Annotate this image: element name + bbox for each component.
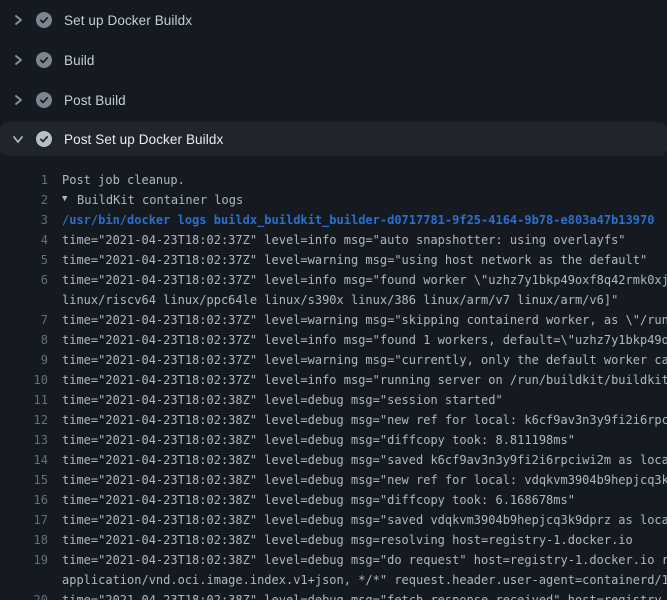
group-caret-icon[interactable]: ▼	[62, 190, 74, 209]
log-line: 15 time="2021-04-23T18:02:38Z" level=deb…	[0, 470, 667, 490]
log-line: 16 time="2021-04-23T18:02:38Z" level=deb…	[0, 490, 667, 510]
line-number[interactable]: 10	[0, 370, 62, 390]
chevron-right-icon	[10, 12, 26, 28]
log-text: time="2021-04-23T18:02:38Z" level=debug …	[62, 470, 667, 490]
log-text: time="2021-04-23T18:02:37Z" level=warnin…	[62, 350, 667, 370]
log-text: application/vnd.oci.image.index.v1+json,…	[62, 570, 667, 590]
log-line: 11 time="2021-04-23T18:02:38Z" level=deb…	[0, 390, 667, 410]
log-line: 6 time="2021-04-23T18:02:37Z" level=info…	[0, 270, 667, 290]
log-line: 1 Post job cleanup.	[0, 170, 667, 190]
log-text: time="2021-04-23T18:02:37Z" level=warnin…	[62, 250, 647, 270]
line-number[interactable]: 5	[0, 250, 62, 270]
log-text: time="2021-04-23T18:02:37Z" level=info m…	[62, 230, 626, 250]
line-number[interactable]: 18	[0, 530, 62, 550]
log-line: 9 time="2021-04-23T18:02:37Z" level=warn…	[0, 350, 667, 370]
log-output: 1 Post job cleanup. 2 ▼ BuildKit contain…	[0, 156, 667, 600]
line-number[interactable]: 13	[0, 430, 62, 450]
section-label: Post Set up Docker Buildx	[64, 132, 223, 147]
log-text: time="2021-04-23T18:02:38Z" level=debug …	[62, 390, 503, 410]
chevron-right-icon	[10, 92, 26, 108]
line-number[interactable]: 4	[0, 230, 62, 250]
log-command-text: /usr/bin/docker logs buildx_buildkit_bui…	[62, 210, 654, 230]
chevron-down-icon	[10, 131, 26, 147]
log-text: time="2021-04-23T18:02:38Z" level=debug …	[62, 530, 633, 550]
log-line: 18 time="2021-04-23T18:02:38Z" level=deb…	[0, 530, 667, 550]
log-line: 19 time="2021-04-23T18:02:38Z" level=deb…	[0, 550, 667, 570]
log-text: time="2021-04-23T18:02:38Z" level=debug …	[62, 490, 575, 510]
log-text: time="2021-04-23T18:02:38Z" level=debug …	[62, 590, 667, 600]
log-line: 10 time="2021-04-23T18:02:37Z" level=inf…	[0, 370, 667, 390]
log-text: time="2021-04-23T18:02:38Z" level=debug …	[62, 550, 667, 570]
log-text: time="2021-04-23T18:02:37Z" level=warnin…	[62, 310, 667, 330]
line-number[interactable]: 15	[0, 470, 62, 490]
section-row-build[interactable]: Build	[0, 40, 667, 80]
line-number[interactable]: 17	[0, 510, 62, 530]
section-row-set-up-docker-buildx[interactable]: Set up Docker Buildx	[0, 0, 667, 40]
line-number[interactable]: 7	[0, 310, 62, 330]
check-circle-icon	[36, 92, 52, 108]
log-text: time="2021-04-23T18:02:37Z" level=info m…	[62, 370, 667, 390]
log-text: time="2021-04-23T18:02:37Z" level=info m…	[62, 270, 667, 290]
log-text: time="2021-04-23T18:02:38Z" level=debug …	[62, 510, 667, 530]
section-label: Set up Docker Buildx	[64, 13, 192, 28]
line-number[interactable]: 9	[0, 350, 62, 370]
log-line: 14 time="2021-04-23T18:02:38Z" level=deb…	[0, 450, 667, 470]
line-number[interactable]: 8	[0, 330, 62, 350]
line-number	[0, 290, 62, 310]
log-line-continuation: linux/riscv64 linux/ppc64le linux/s390x …	[0, 290, 667, 310]
log-line: 17 time="2021-04-23T18:02:38Z" level=deb…	[0, 510, 667, 530]
log-line: 8 time="2021-04-23T18:02:37Z" level=info…	[0, 330, 667, 350]
section-label: Post Build	[64, 93, 126, 108]
chevron-right-icon	[10, 52, 26, 68]
log-text: linux/riscv64 linux/ppc64le linux/s390x …	[62, 290, 618, 310]
line-number[interactable]: 16	[0, 490, 62, 510]
workflow-log-panel: Set up Docker Buildx Build Post Build Po…	[0, 0, 667, 600]
log-line-group: 2 ▼ BuildKit container logs	[0, 190, 667, 210]
log-line: 5 time="2021-04-23T18:02:37Z" level=warn…	[0, 250, 667, 270]
line-number[interactable]: 11	[0, 390, 62, 410]
check-circle-icon	[36, 12, 52, 28]
line-number[interactable]: 14	[0, 450, 62, 470]
line-number[interactable]: 1	[0, 170, 62, 190]
line-number[interactable]: 19	[0, 550, 62, 570]
line-number[interactable]: 3	[0, 210, 62, 230]
section-label: Build	[64, 53, 95, 68]
section-row-post-build[interactable]: Post Build	[0, 80, 667, 120]
log-line: 4 time="2021-04-23T18:02:37Z" level=info…	[0, 230, 667, 250]
line-number[interactable]: 20	[0, 590, 62, 600]
log-text: time="2021-04-23T18:02:38Z" level=debug …	[62, 430, 575, 450]
log-line-command: 3 /usr/bin/docker logs buildx_buildkit_b…	[0, 210, 667, 230]
log-line: 12 time="2021-04-23T18:02:38Z" level=deb…	[0, 410, 667, 430]
log-text: time="2021-04-23T18:02:37Z" level=info m…	[62, 330, 667, 350]
section-row-post-set-up-docker-buildx[interactable]: Post Set up Docker Buildx	[0, 122, 667, 156]
check-circle-icon	[36, 52, 52, 68]
check-circle-icon	[36, 131, 52, 147]
log-text: Post job cleanup.	[62, 170, 185, 190]
log-line: 13 time="2021-04-23T18:02:38Z" level=deb…	[0, 430, 667, 450]
log-text: time="2021-04-23T18:02:38Z" level=debug …	[62, 450, 667, 470]
log-line: 7 time="2021-04-23T18:02:37Z" level=warn…	[0, 310, 667, 330]
line-number[interactable]: 2	[0, 190, 62, 210]
line-number[interactable]: 6	[0, 270, 62, 290]
log-line-continuation: application/vnd.oci.image.index.v1+json,…	[0, 570, 667, 590]
line-number[interactable]: 12	[0, 410, 62, 430]
log-line: 20 time="2021-04-23T18:02:38Z" level=deb…	[0, 590, 667, 600]
line-number	[0, 570, 62, 590]
log-group-title: BuildKit container logs	[77, 190, 243, 210]
log-text: time="2021-04-23T18:02:38Z" level=debug …	[62, 410, 667, 430]
